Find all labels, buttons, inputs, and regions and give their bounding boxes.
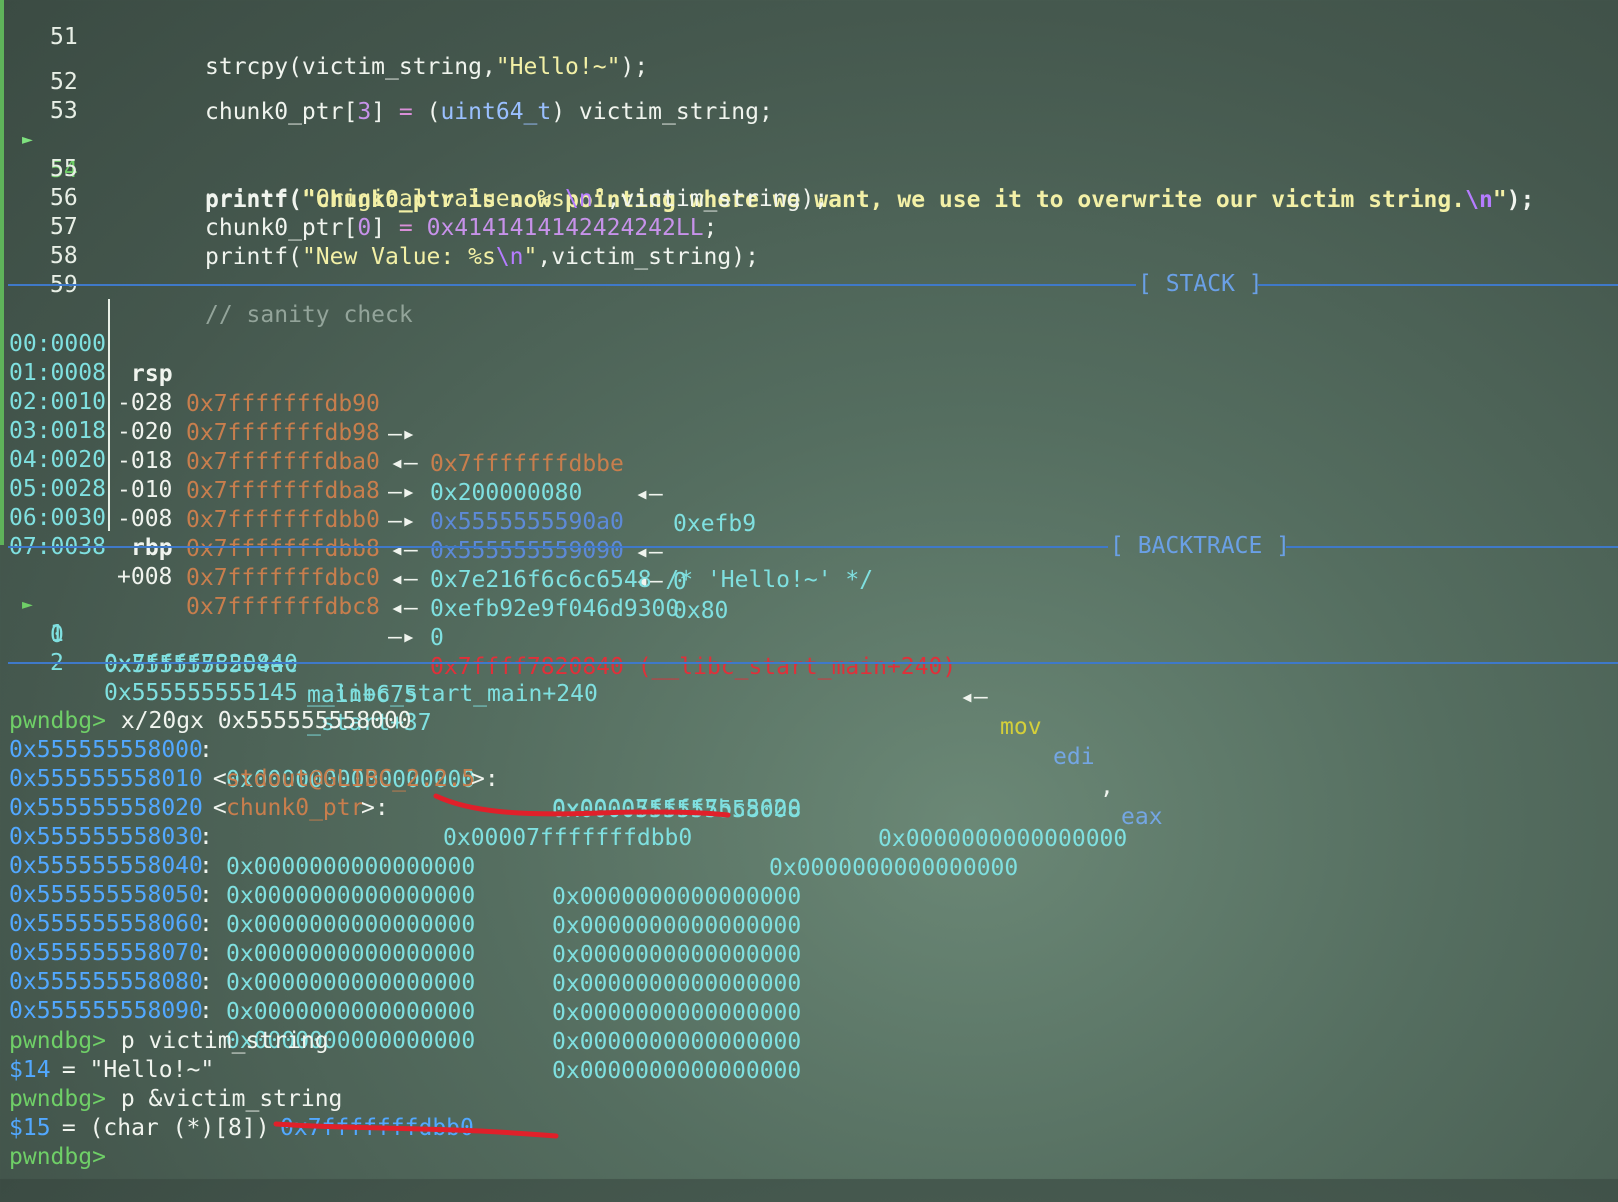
annotation-overlay (273, 793, 731, 1139)
annotation-underline-chunk0 (433, 793, 731, 818)
terminal-window[interactable]: 51 strcpy(victim_string,"Hello!~"); 52 c… (0, 0, 1618, 1179)
annotation-underline-victim (273, 1121, 559, 1139)
